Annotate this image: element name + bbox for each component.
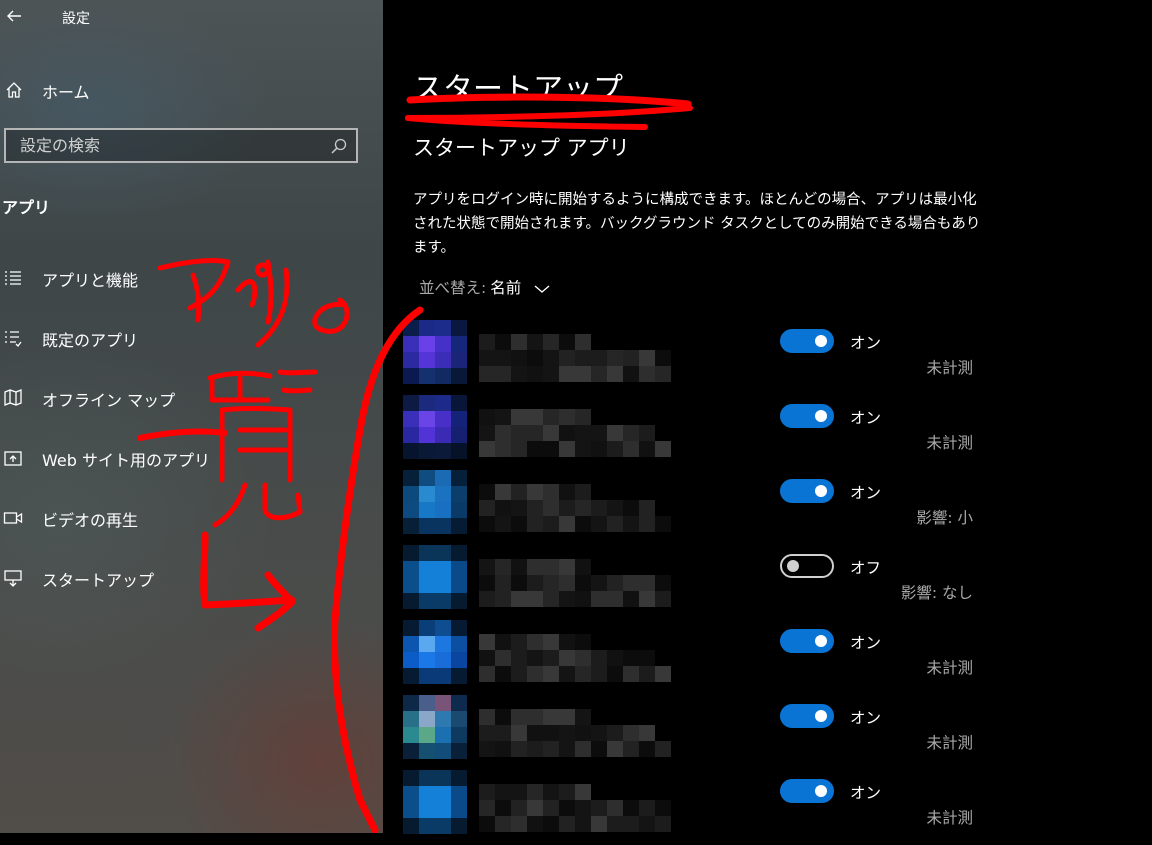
startup-icon [3, 568, 23, 588]
app-icon [403, 470, 467, 534]
startup-toggle[interactable] [780, 704, 834, 728]
toggle-state-label: オン [850, 334, 882, 352]
app-name-pixelated [479, 784, 671, 834]
startup-app-row: オン未計測 [403, 620, 1003, 695]
sidebar: 設定 ホーム アプリ アプリと機能 既定のアプリ オフライン マップ [0, 0, 383, 833]
toggle-knob [815, 710, 827, 722]
startup-impact-label: 影響: 小 [916, 509, 973, 527]
sidebar-item-offline-maps[interactable]: オフライン マップ [0, 380, 383, 416]
sort-value: 名前 [490, 279, 522, 297]
app-icon [403, 395, 467, 459]
sort-dropdown[interactable]: 並べ替え: 名前 [419, 276, 550, 298]
startup-impact-label: 未計測 [926, 734, 973, 752]
search-box[interactable] [4, 128, 358, 163]
web-app-icon [3, 448, 23, 468]
section-heading: アプリ [2, 198, 51, 217]
toggle-knob [815, 335, 827, 347]
main-content: スタートアップ スタートアップ アプリ アプリをログイン時に開始するように構成で… [383, 0, 1152, 834]
app-icon [403, 545, 467, 609]
sidebar-item-label: Web サイト用のアプリ [42, 451, 210, 470]
startup-toggle[interactable] [780, 629, 834, 653]
sidebar-item-startup[interactable]: スタートアップ [0, 560, 383, 596]
sidebar-item-label: オフライン マップ [42, 391, 176, 410]
search-input[interactable] [6, 130, 326, 161]
video-icon [3, 508, 23, 528]
startup-app-row: オン未計測 [403, 695, 1003, 770]
sidebar-item-video-playback[interactable]: ビデオの再生 [0, 500, 383, 536]
toggle-knob [787, 560, 799, 572]
startup-toggle[interactable] [780, 554, 834, 578]
app-icon [403, 620, 467, 684]
startup-app-row: オン影響: 小 [403, 470, 1003, 545]
startup-toggle[interactable] [780, 779, 834, 803]
toggle-state-label: オン [850, 634, 882, 652]
toggle-state-label: オン [850, 484, 882, 502]
startup-app-row: オフ 影響: なし [403, 545, 1003, 620]
sidebar-item-apps-features[interactable]: アプリと機能 [0, 260, 383, 296]
startup-toggle[interactable] [780, 329, 834, 353]
toggle-state-label: オン [850, 709, 882, 727]
startup-impact-label: 未計測 [926, 659, 973, 677]
window-title: 設定 [62, 11, 90, 27]
startup-impact-label: 未計測 [926, 434, 973, 452]
title-bar: 設定 [0, 0, 383, 36]
description-text: アプリをログイン時に開始するように構成できます。ほとんどの場合、アプリは最小化さ… [413, 192, 981, 256]
sidebar-item-label: アプリと機能 [42, 271, 139, 290]
toggle-state-label: オン [850, 409, 882, 427]
toggle-state-label: オフ [850, 559, 882, 577]
app-name-pixelated [479, 334, 671, 384]
startup-impact-label: 未計測 [926, 359, 973, 377]
default-apps-icon [3, 328, 23, 348]
search-icon[interactable] [330, 137, 348, 155]
startup-app-row: オン未計測 [403, 320, 1003, 395]
sidebar-item-label: スタートアップ [42, 571, 155, 590]
app-name-pixelated [479, 634, 671, 684]
toggle-knob [815, 635, 827, 647]
chevron-down-icon [534, 280, 550, 298]
app-icon [403, 770, 467, 834]
list-icon [3, 268, 23, 288]
startup-impact-label: 未計測 [926, 809, 973, 827]
sidebar-item-label: ビデオの再生 [42, 511, 139, 530]
sidebar-item-default-apps[interactable]: 既定のアプリ [0, 320, 383, 356]
app-name-pixelated [479, 709, 671, 759]
page-title: スタートアップ [413, 72, 623, 107]
sidebar-item-label: 既定のアプリ [42, 331, 139, 350]
back-arrow-icon[interactable] [4, 6, 24, 26]
map-icon [3, 388, 23, 408]
startup-app-row: オン未計測 [403, 770, 1003, 845]
app-name-pixelated [479, 559, 671, 609]
sort-label: 並べ替え: [419, 279, 487, 297]
startup-toggle[interactable] [780, 479, 834, 503]
app-name-pixelated [479, 484, 671, 534]
startup-impact-label: 影響: なし [900, 584, 973, 602]
toggle-state-label: オン [850, 784, 882, 802]
app-name-pixelated [479, 409, 671, 459]
app-icon [403, 695, 467, 759]
app-icon [403, 320, 467, 384]
home-label: ホーム [42, 83, 90, 102]
toggle-knob [815, 785, 827, 797]
toggle-knob [815, 410, 827, 422]
section-subheading: スタートアップ アプリ [413, 136, 630, 160]
sidebar-item-web-apps[interactable]: Web サイト用のアプリ [0, 440, 383, 476]
startup-toggle[interactable] [780, 404, 834, 428]
home-nav-item[interactable]: ホーム [0, 74, 383, 106]
home-icon [4, 80, 24, 100]
startup-app-row: オン未計測 [403, 395, 1003, 470]
toggle-knob [815, 485, 827, 497]
